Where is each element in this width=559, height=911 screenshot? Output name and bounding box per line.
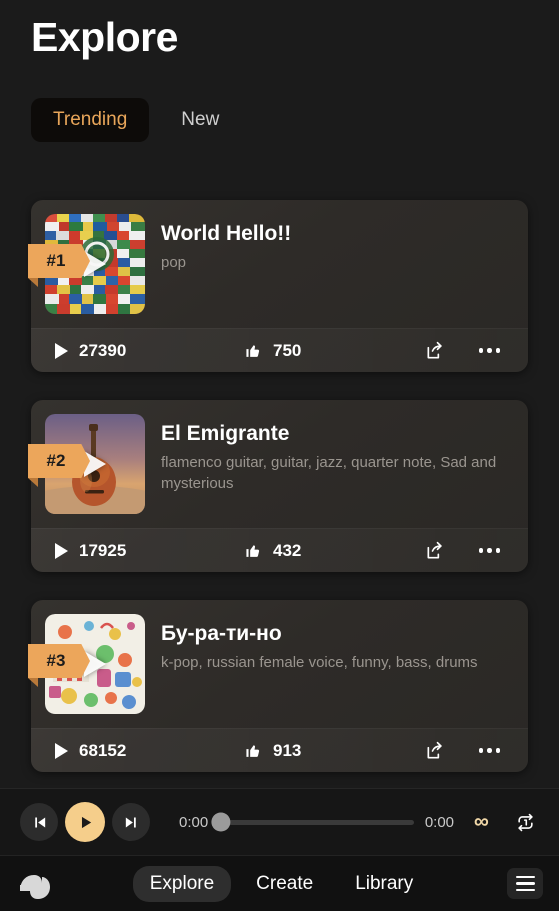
play-count: 27390 bbox=[55, 341, 245, 361]
track-title: World Hello!! bbox=[161, 222, 292, 245]
more-options-button[interactable] bbox=[475, 544, 505, 557]
progress-slider[interactable] bbox=[211, 812, 414, 832]
nav-links: Explore Create Library bbox=[56, 865, 507, 902]
tab-bar: Trending New bbox=[31, 98, 241, 142]
thumbnail-wrapper: #3 bbox=[28, 614, 145, 714]
infinity-button[interactable]: ∞ bbox=[470, 806, 492, 838]
track-card[interactable]: #3 Бу-ра-ти-но k-pop, russian female voi… bbox=[28, 600, 528, 772]
tab-new[interactable]: New bbox=[159, 98, 241, 142]
share-button[interactable] bbox=[421, 737, 449, 765]
like-count: 750 bbox=[245, 341, 395, 361]
thumbnail-wrapper: #1 bbox=[28, 214, 145, 314]
play-count: 17925 bbox=[55, 541, 245, 561]
track-card[interactable]: #2 El Emigrante flamenco guitar, guitar,… bbox=[28, 400, 528, 572]
play-icon bbox=[55, 542, 68, 559]
like-count-value: 432 bbox=[273, 540, 302, 560]
current-time: 0:00 bbox=[179, 813, 209, 831]
track-list: #1 World Hello!! pop 27390 750 #2 El Emi… bbox=[0, 200, 559, 800]
more-options-button[interactable] bbox=[475, 744, 505, 757]
track-card-body: #1 World Hello!! pop bbox=[28, 200, 528, 328]
sine-wave-logo-icon[interactable] bbox=[16, 865, 56, 903]
player-bar: 0:00 0:00 ∞ bbox=[0, 788, 559, 855]
play-button[interactable] bbox=[65, 802, 105, 842]
repeat-button[interactable] bbox=[512, 809, 539, 836]
play-icon bbox=[81, 816, 91, 828]
tab-trending[interactable]: Trending bbox=[31, 98, 150, 142]
rank-badge: #2 bbox=[28, 444, 90, 478]
share-button[interactable] bbox=[421, 537, 449, 565]
thumbs-up-icon bbox=[246, 745, 260, 757]
hamburger-line bbox=[515, 875, 535, 879]
thumbs-up-icon bbox=[246, 545, 260, 557]
progress-slider-thumb[interactable] bbox=[211, 812, 231, 832]
more-options-icon bbox=[478, 748, 500, 753]
thumbnail-wrapper: #2 bbox=[28, 414, 145, 514]
play-count-value: 27390 bbox=[79, 340, 127, 360]
player-progress-area: 0:00 0:00 bbox=[179, 812, 455, 832]
bottom-navigation: Explore Create Library bbox=[0, 855, 559, 911]
track-tags: flamenco guitar, guitar, jazz, quarter n… bbox=[161, 454, 497, 492]
like-count: 432 bbox=[245, 541, 395, 561]
like-count: 913 bbox=[245, 741, 395, 761]
more-options-button[interactable] bbox=[475, 344, 505, 357]
track-stats-row: 68152 913 bbox=[31, 728, 528, 772]
more-options-icon bbox=[478, 548, 500, 553]
play-icon bbox=[55, 742, 68, 759]
play-count-value: 17925 bbox=[79, 540, 127, 560]
total-time: 0:00 bbox=[424, 813, 455, 831]
play-icon bbox=[55, 342, 68, 359]
page-title: Explore bbox=[31, 14, 178, 60]
track-tags: pop bbox=[161, 254, 187, 271]
track-card-body: #3 Бу-ра-ти-но k-pop, russian female voi… bbox=[28, 600, 528, 728]
track-title: Бу-ра-ти-но bbox=[161, 622, 282, 645]
repeat-one-icon bbox=[518, 813, 533, 831]
track-card-body: #2 El Emigrante flamenco guitar, guitar,… bbox=[28, 400, 528, 528]
thumbs-up-icon bbox=[246, 345, 260, 357]
track-meta: El Emigrante flamenco guitar, guitar, ja… bbox=[145, 414, 514, 514]
infinity-icon: ∞ bbox=[474, 810, 489, 833]
player-mode-controls: ∞ bbox=[470, 806, 539, 838]
share-icon bbox=[427, 341, 442, 358]
track-tags: k-pop, russian female voice, funny, bass… bbox=[161, 654, 478, 671]
track-card[interactable]: #1 World Hello!! pop 27390 750 bbox=[28, 200, 528, 372]
hamburger-line bbox=[515, 882, 535, 885]
rank-badge-tail bbox=[28, 278, 38, 287]
track-stats-row: 17925 432 bbox=[31, 528, 528, 572]
play-count: 68152 bbox=[55, 741, 245, 761]
next-button[interactable] bbox=[112, 803, 150, 841]
rank-badge-tail bbox=[28, 678, 38, 687]
share-icon bbox=[427, 741, 442, 758]
more-options-icon bbox=[478, 348, 500, 353]
share-button[interactable] bbox=[421, 337, 449, 365]
nav-library[interactable]: Library bbox=[338, 866, 430, 902]
play-count-value: 68152 bbox=[79, 740, 127, 760]
share-icon bbox=[427, 541, 442, 558]
nav-explore[interactable]: Explore bbox=[132, 865, 232, 902]
rank-badge-tail bbox=[28, 478, 38, 487]
like-count-value: 913 bbox=[273, 740, 302, 760]
hamburger-line bbox=[515, 888, 535, 892]
track-stats-row: 27390 750 bbox=[31, 328, 528, 372]
previous-button[interactable] bbox=[20, 803, 58, 841]
track-meta: World Hello!! pop bbox=[145, 214, 514, 314]
track-title: El Emigrante bbox=[161, 422, 290, 445]
skip-next-icon bbox=[125, 817, 136, 827]
like-count-value: 750 bbox=[273, 340, 302, 360]
rank-badge: #3 bbox=[28, 644, 90, 678]
track-meta: Бу-ра-ти-но k-pop, russian female voice,… bbox=[145, 614, 514, 714]
explore-screen: Explore Trending New #1 World Hello!! po… bbox=[0, 0, 559, 911]
hamburger-menu-button[interactable] bbox=[507, 868, 543, 899]
rank-badge: #1 bbox=[28, 244, 90, 278]
nav-create[interactable]: Create bbox=[239, 866, 330, 902]
skip-previous-icon bbox=[34, 817, 45, 827]
